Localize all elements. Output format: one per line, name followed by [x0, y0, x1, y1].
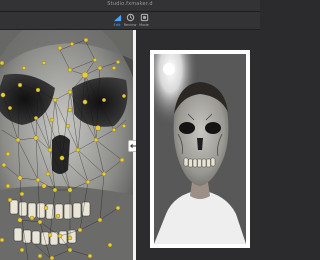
review-tool-button[interactable]: Review	[123, 13, 137, 29]
review-icon	[126, 13, 134, 22]
nasal-cavity	[52, 135, 70, 174]
texture-editor-canvas[interactable]	[0, 30, 133, 260]
teeth-preview	[183, 157, 216, 168]
face-mesh-view	[0, 30, 133, 260]
camera-preview-frame	[150, 50, 250, 248]
edit-tool-label: Edit	[113, 23, 121, 27]
window-title: Studio.fxmaker.d	[107, 1, 153, 7]
edit-icon	[113, 14, 121, 22]
ceiling-light	[163, 63, 175, 75]
edit-tool-button[interactable]: Edit	[110, 13, 124, 29]
workspace	[0, 30, 260, 260]
title-bar: Studio.fxmaker.d	[0, 0, 260, 12]
preview-panel	[136, 30, 260, 260]
mode-tool-button[interactable]: Mode	[137, 13, 151, 29]
preview-image	[154, 54, 246, 244]
toolbar: Edit Review Mode	[0, 12, 260, 30]
mode-tool-label: Mode	[139, 23, 149, 27]
mode-icon	[140, 13, 148, 22]
right-eye-socket-preview	[205, 122, 221, 134]
nose-cavity-preview	[197, 138, 203, 150]
review-tool-label: Review	[123, 23, 137, 27]
right-eye-socket	[72, 77, 128, 127]
left-eye-socket-preview	[179, 122, 195, 134]
camera-preview[interactable]	[154, 54, 246, 244]
jaw-area	[0, 186, 133, 260]
